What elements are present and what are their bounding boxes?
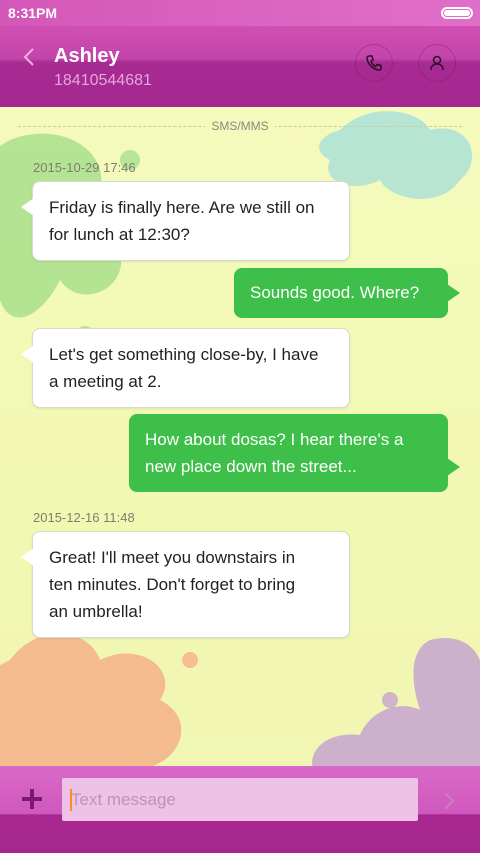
battery-icon	[441, 7, 473, 19]
message-timestamp: 2015-12-16 11:48	[33, 510, 135, 525]
message-line: Let's get something close-by, I have	[49, 345, 319, 364]
contact-name: Ashley	[54, 45, 120, 67]
call-button[interactable]	[355, 44, 393, 82]
bubble-tail	[21, 345, 34, 363]
message-input[interactable]	[62, 778, 418, 821]
bubble-tail	[21, 548, 34, 566]
incoming-message-bubble[interactable]: Great! I'll meet you downstairs in ten m…	[21, 531, 350, 638]
phone-icon	[366, 55, 382, 71]
message-line: Sounds good. Where?	[250, 283, 420, 302]
text-cursor	[70, 789, 72, 811]
plus-icon	[22, 789, 42, 809]
compose-bar	[0, 766, 480, 853]
outgoing-message-bubble[interactable]: How about dosas? I hear there's a new pl…	[129, 414, 460, 492]
chevron-right-icon	[444, 792, 455, 810]
send-button[interactable]	[436, 786, 462, 816]
message-line: for lunch at 12:30?	[49, 225, 190, 244]
status-time: 8:31PM	[8, 5, 58, 21]
status-bar: 8:31PM	[0, 0, 480, 26]
attach-button[interactable]	[18, 785, 46, 813]
bubble-tail	[447, 458, 460, 476]
chevron-left-icon	[23, 48, 34, 66]
message-line: How about dosas? I hear there's a	[145, 430, 404, 449]
message-line: an umbrella!	[49, 602, 143, 621]
message-line: Friday is finally here. Are we still on	[49, 198, 315, 217]
outgoing-message-bubble[interactable]: Sounds good. Where?	[234, 268, 460, 318]
bubble-tail	[21, 198, 34, 216]
contact-details-button[interactable]	[418, 44, 456, 82]
message-timestamp: 2015-10-29 17:46	[33, 160, 136, 175]
separator-label: SMS/MMS	[0, 119, 480, 133]
conversation-header: Ashley 18410544681	[0, 26, 480, 107]
splatter-orange	[0, 633, 198, 779]
splatter-purple	[312, 638, 480, 780]
messaging-screen: 8:31PM Ashley 18410544681 SMS/MMS 2015-1…	[0, 0, 480, 853]
bubble-tail	[447, 284, 460, 302]
message-line: Great! I'll meet you downstairs in	[49, 548, 296, 567]
message-line: ten minutes. Don't forget to bring	[49, 575, 296, 594]
separator-label-text: SMS/MMS	[205, 119, 275, 133]
contact-number: 18410544681	[54, 72, 152, 89]
person-icon	[430, 55, 444, 71]
incoming-message-bubble[interactable]: Friday is finally here. Are we still on …	[21, 181, 350, 261]
back-button[interactable]	[15, 40, 45, 74]
incoming-message-bubble[interactable]: Let's get something close-by, I have a m…	[21, 328, 350, 408]
message-line: a meeting at 2.	[49, 372, 162, 391]
message-line: new place down the street...	[145, 457, 357, 476]
